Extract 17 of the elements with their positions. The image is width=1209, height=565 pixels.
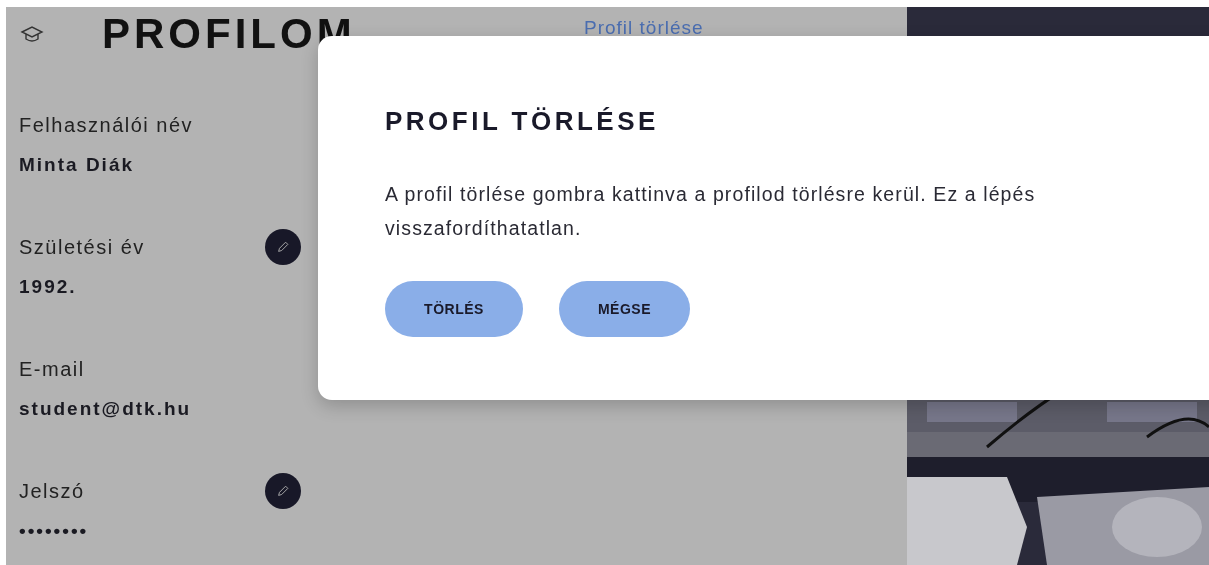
field-label: E-mail [19, 357, 85, 381]
edit-button[interactable] [265, 229, 301, 265]
delete-button[interactable]: TÖRLÉS [385, 281, 523, 337]
field-label: Jelszó [19, 479, 85, 503]
field-label: Születési év [19, 235, 145, 259]
pencil-icon [276, 240, 290, 254]
dialog-title: PROFIL TÖRLÉSE [385, 106, 660, 137]
graduation-cap-icon [20, 24, 44, 44]
field-value: Minta Diák [19, 154, 136, 176]
dialog-message: A profil törlése gombra kattinva a profilod törlésre kerül. Ez a lépés visszafordíthatatlan. [385, 182, 1037, 241]
field-value: 1992. [19, 276, 78, 298]
field-label: Felhasználói név [19, 113, 194, 137]
field-value: •••••••• [19, 520, 90, 542]
field-value: student@dtk.hu [19, 398, 193, 420]
cancel-button[interactable]: MÉGSE [559, 281, 690, 337]
edit-button[interactable] [265, 473, 301, 509]
pencil-icon [276, 484, 290, 498]
